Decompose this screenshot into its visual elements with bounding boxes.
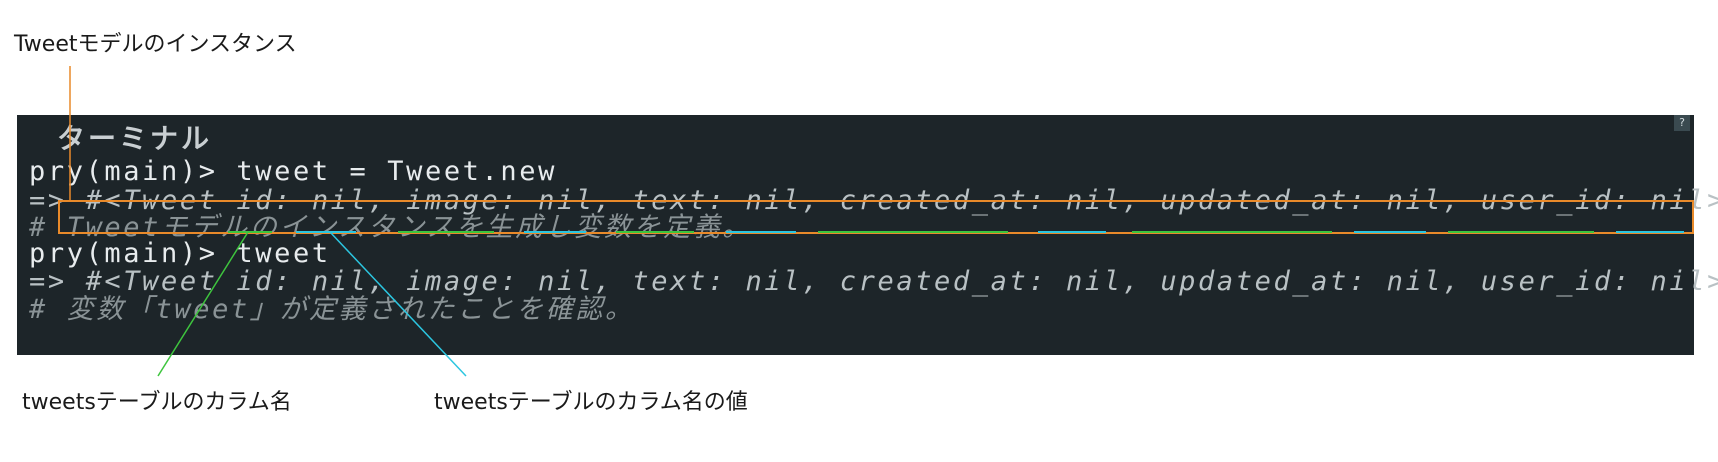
value-annotation-label: tweetsテーブルのカラム名の値 [434, 390, 748, 415]
column-annotation-label: tweetsテーブルのカラム名 [22, 390, 292, 415]
value-leader-line [329, 231, 467, 377]
column-leader-line [157, 231, 249, 377]
